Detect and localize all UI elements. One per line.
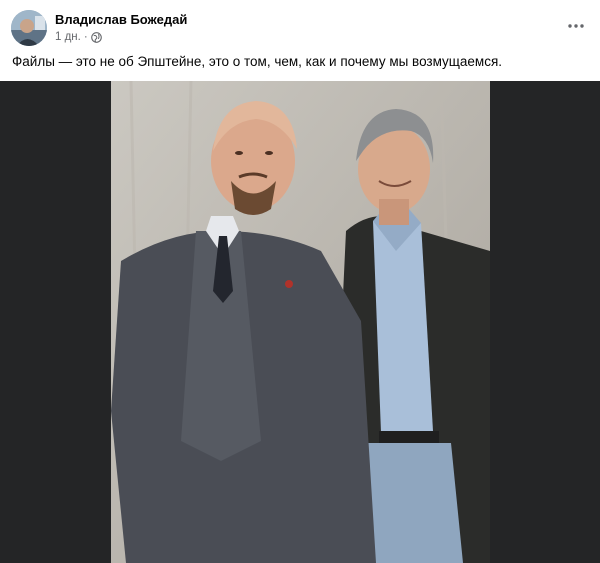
post-text: Файлы — это не об Эпштейне, это о том, ч… (12, 54, 503, 69)
facebook-post: Владислав Божедай 1 дн. · Файлы — это не… (0, 0, 600, 563)
post-header: Владислав Божедай 1 дн. · (0, 0, 600, 50)
avatar-image (11, 10, 47, 46)
meta-separator: · (83, 31, 88, 43)
author-name[interactable]: Владислав Божедай (55, 12, 187, 27)
author-avatar[interactable] (11, 10, 47, 46)
photo (111, 81, 490, 563)
post-meta: 1 дн. · (55, 31, 102, 43)
post-image[interactable] (0, 81, 600, 563)
post-timestamp[interactable]: 1 дн. (55, 31, 81, 43)
more-horizontal-icon[interactable] (564, 14, 588, 38)
globe-icon[interactable] (90, 32, 102, 43)
